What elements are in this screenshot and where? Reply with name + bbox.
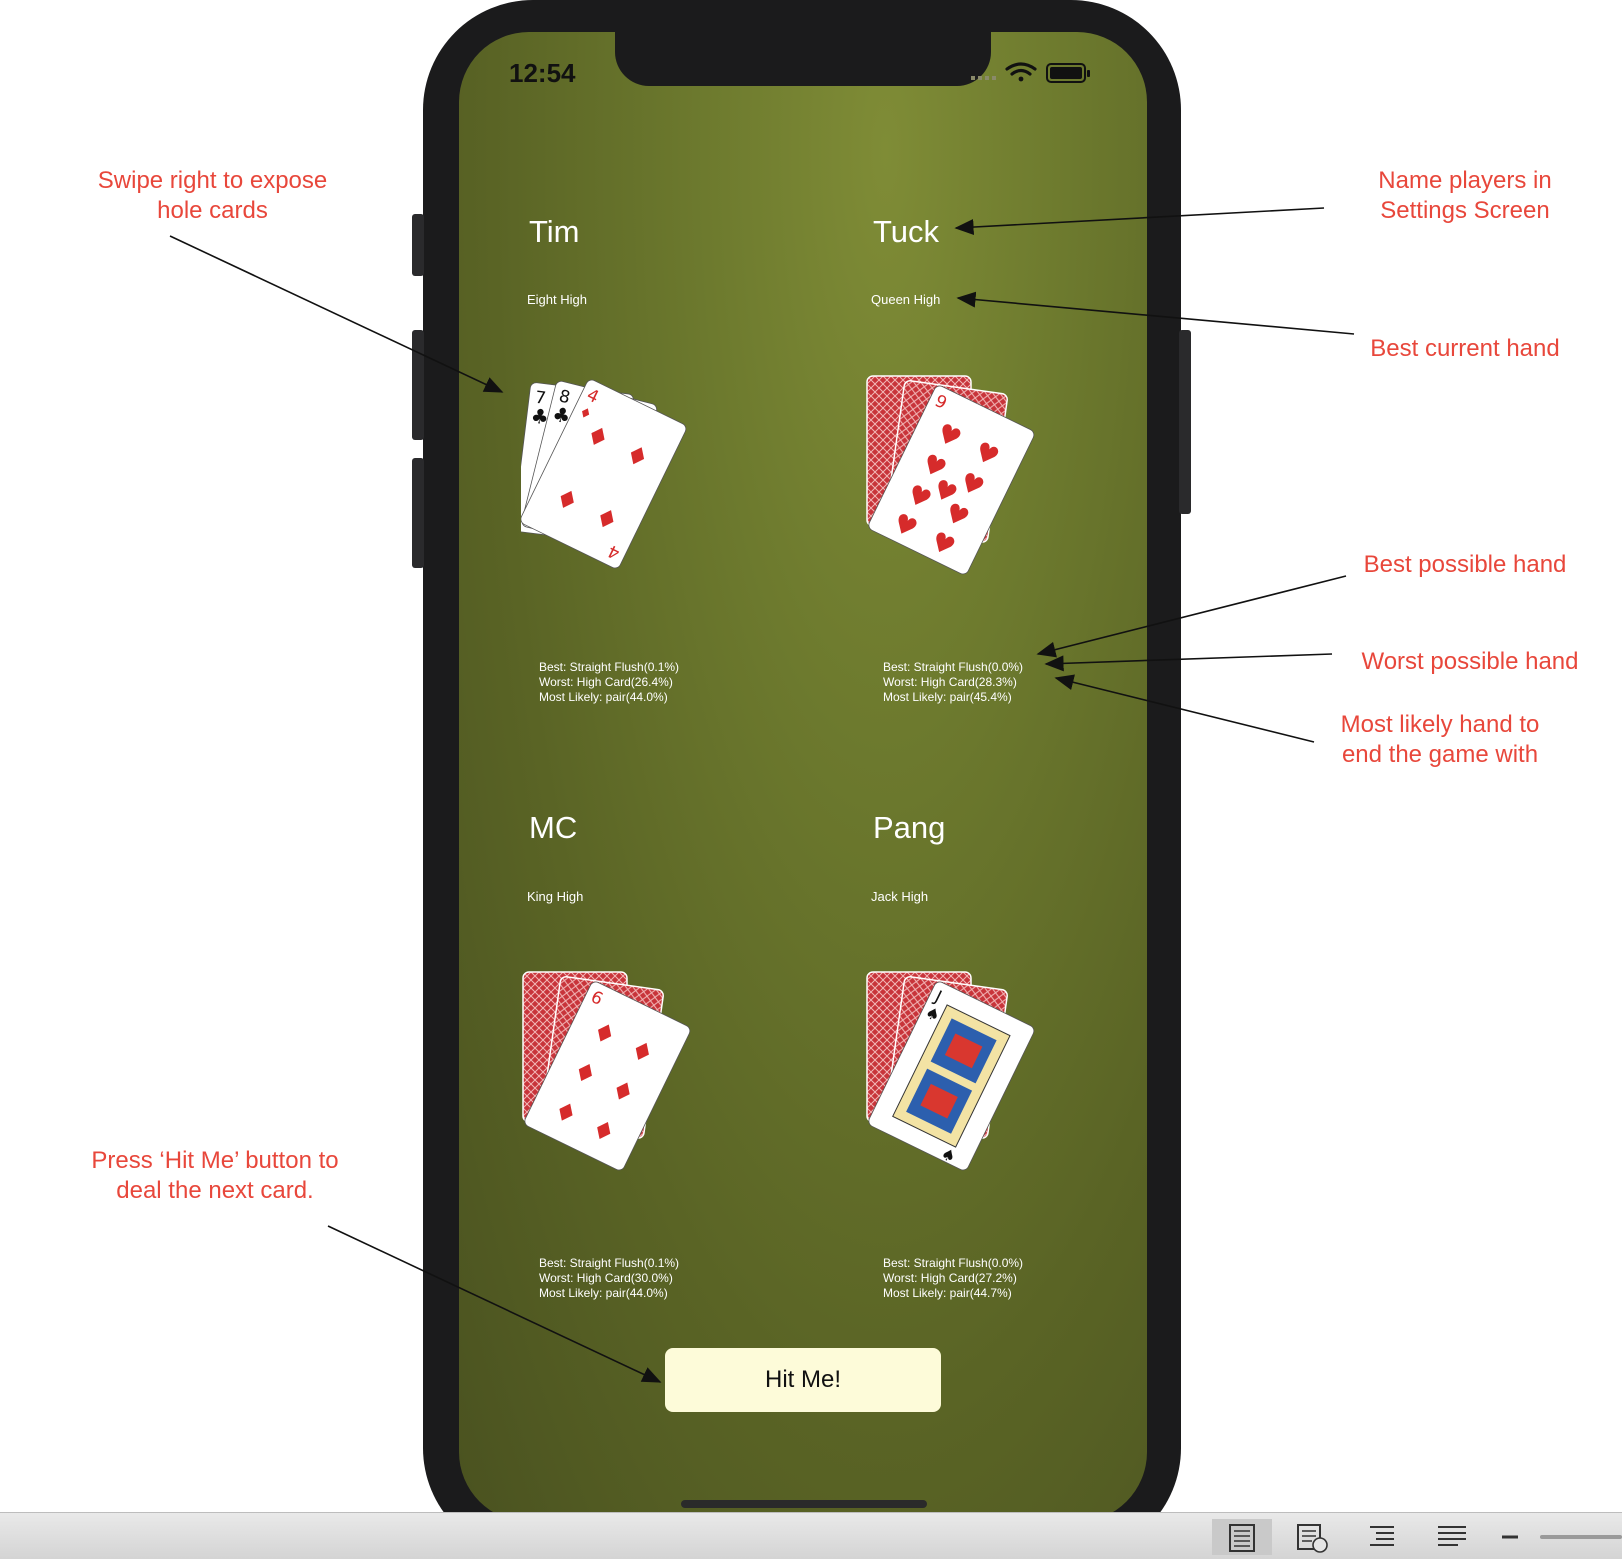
annotation-likely-line1: Most likely hand to <box>1340 711 1540 738</box>
most-likely-pang: Most Likely: pair(44.7%) <box>883 1286 1012 1300</box>
notch <box>615 32 991 86</box>
annotation-worst-possible: Worst possible hand <box>1361 648 1579 675</box>
card-stack-pang[interactable]: J ♠ ♠ <box>865 958 1055 1188</box>
card-stack-tuck[interactable]: 9 ♥ ♥ ♥ ♥ ♥ ♥ ♥ ♥ ♥ <box>865 362 1055 592</box>
wifi-icon <box>1005 62 1037 82</box>
annotation-hit-me: Press ‘Hit Me’ button to deal the next c… <box>60 1146 370 1206</box>
worst-possible-tuck: Worst: High Card(28.3%) <box>883 675 1017 689</box>
annotation-swipe-line1: Swipe right to expose <box>97 167 328 194</box>
annotation-hit-line1: Press ‘Hit Me’ button to <box>91 1147 339 1174</box>
status-icons <box>971 62 1090 83</box>
status-time: 12:54 <box>509 58 576 88</box>
side-button-power <box>1179 330 1191 514</box>
annotation-hit-line2: deal the next card. <box>116 1177 314 1204</box>
annotation-name-line2: Settings Screen <box>1380 197 1550 224</box>
stats-tim: Best: Straight Flush(0.1%) Worst: High C… <box>539 660 679 705</box>
draft-view-icon[interactable] <box>1422 1519 1482 1555</box>
game-screen: 12:54 Tim Eight High 7 ♣ 8 ♣ 4 ♦ ♦ ♦ ♦ ♦… <box>459 32 1147 1522</box>
battery-icon <box>1046 63 1090 83</box>
zoom-slider[interactable] <box>1540 1535 1622 1539</box>
best-possible-mc: Best: Straight Flush(0.1%) <box>539 1256 680 1270</box>
best-possible-tim: Best: Straight Flush(0.1%) <box>539 660 680 674</box>
phone-frame: 12:54 Tim Eight High 7 ♣ 8 ♣ 4 ♦ ♦ ♦ ♦ ♦… <box>412 0 1191 1558</box>
annotation-best-current: Best current hand <box>1370 335 1560 362</box>
annotation-most-likely: Most likely hand to end the game with <box>1300 710 1580 770</box>
annotation-likely-line2: end the game with <box>1341 741 1539 768</box>
worst-possible-mc: Worst: High Card(30.0%) <box>539 1271 673 1285</box>
annotation-swipe-line2: hole cards <box>157 197 268 224</box>
best-possible-tuck: Best: Straight Flush(0.0%) <box>883 660 1024 674</box>
most-likely-mc: Most Likely: pair(44.0%) <box>539 1286 668 1300</box>
most-likely-tuck: Most Likely: pair(45.4%) <box>883 690 1012 704</box>
player-name-tuck: Tuck <box>873 214 940 249</box>
web-layout-view-icon[interactable] <box>1282 1519 1342 1555</box>
best-possible-pang: Best: Straight Flush(0.0%) <box>883 1256 1024 1270</box>
home-indicator[interactable] <box>681 1500 927 1508</box>
side-button-silent <box>412 214 424 276</box>
editor-toolbar <box>0 1512 1622 1559</box>
zoom-out-icon[interactable] <box>1490 1519 1530 1555</box>
annotation-name-players: Name players in Settings Screen <box>1325 166 1605 226</box>
annotation-best-possible: Best possible hand <box>1363 551 1567 578</box>
worst-possible-tim: Worst: High Card(26.4%) <box>539 675 673 689</box>
player-name-tim: Tim <box>529 214 580 249</box>
player-name-pang: Pang <box>873 810 946 845</box>
current-hand-mc: King High <box>527 889 584 904</box>
print-layout-view-icon[interactable] <box>1212 1519 1272 1555</box>
stats-pang: Best: Straight Flush(0.0%) Worst: High C… <box>883 1256 1023 1301</box>
worst-possible-pang: Worst: High Card(27.2%) <box>883 1271 1017 1285</box>
current-hand-tuck: Queen High <box>871 292 941 307</box>
annotation-swipe: Swipe right to expose hole cards <box>70 166 355 226</box>
stats-mc: Best: Straight Flush(0.1%) Worst: High C… <box>539 1256 679 1301</box>
cellular-signal-icon <box>971 76 996 80</box>
player-name-mc: MC <box>529 810 578 845</box>
most-likely-tim: Most Likely: pair(44.0%) <box>539 690 668 704</box>
card-stack-tim[interactable]: 7 ♣ 8 ♣ 4 ♦ ♦ ♦ ♦ ♦ 4 <box>521 362 711 592</box>
current-hand-pang: Jack High <box>871 889 929 904</box>
card-stack-mc[interactable]: 6 ♦ ♦ ♦ ♦ ♦ ♦ <box>521 958 711 1188</box>
current-hand-tim: Eight High <box>527 292 587 307</box>
stats-tuck: Best: Straight Flush(0.0%) Worst: High C… <box>883 660 1023 705</box>
side-button-volume-up <box>412 330 424 440</box>
side-button-volume-down <box>412 458 424 568</box>
hit-me-button[interactable]: Hit Me! <box>665 1348 941 1412</box>
outline-view-icon[interactable] <box>1352 1519 1412 1555</box>
annotation-name-line1: Name players in <box>1378 167 1552 194</box>
